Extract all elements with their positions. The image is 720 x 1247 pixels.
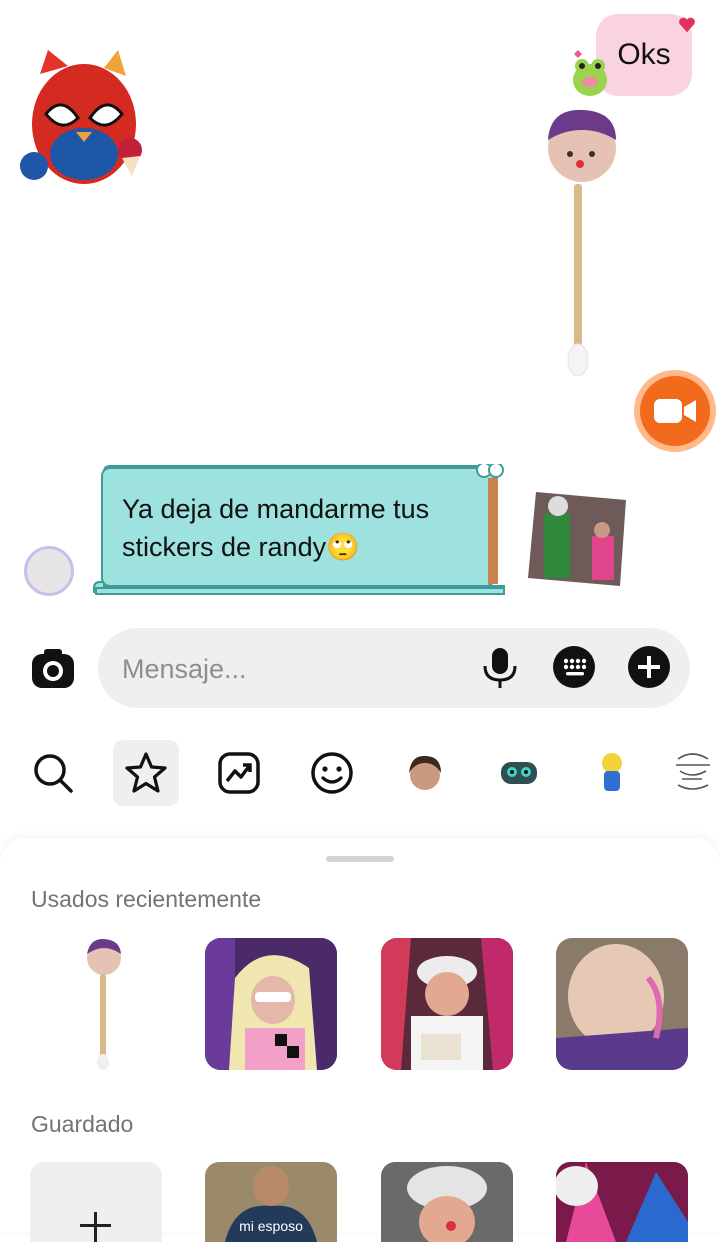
tab-sticker-pack-creature[interactable] [486,740,552,806]
spiderman-owl-sticker[interactable] [18,44,148,190]
add-saved-sticker-button[interactable] [30,1162,162,1242]
message-composer [98,628,690,708]
cotton-swab-face-sticker[interactable] [540,106,626,376]
tab-sticker-pack-face[interactable] [392,740,458,806]
star-icon [125,752,167,793]
tab-trending[interactable] [206,740,272,806]
incoming-message-text: Ya deja de mandarme tus stickers de rand… [122,494,430,562]
sheet-drag-handle[interactable] [326,856,394,862]
character-sticker-icon [602,753,622,791]
saved-sticker-wig[interactable] [381,1162,513,1242]
message-input[interactable] [120,646,464,692]
recent-sticker-blonde[interactable] [205,938,337,1070]
recent-sticker-swab[interactable] [30,938,162,1070]
plus-icon [80,1212,111,1242]
trending-icon [218,752,260,794]
recent-sticker-laughing[interactable] [381,938,513,1070]
emoji-icon [311,752,353,794]
keyboard-button[interactable] [553,646,595,688]
photo-sticker[interactable] [522,486,632,592]
video-call-button[interactable] [634,370,716,452]
heart-reaction-icon [679,17,695,33]
saved-sticker-costume[interactable] [556,1162,688,1242]
saved-section-title: Guardado [31,1111,134,1137]
creature-sticker-icon [501,762,537,784]
saved-sticker-man[interactable]: mi esposo [205,1162,337,1242]
search-icon [34,754,73,793]
video-camera-icon [654,399,696,423]
add-attachment-button[interactable] [628,646,670,688]
frog-sticker[interactable] [568,46,612,100]
outgoing-message-text: Oks [617,38,671,71]
tab-search[interactable] [20,740,86,806]
sketch-sticker-icon [676,753,710,790]
tab-emoji[interactable] [299,740,365,806]
tab-sticker-pack-sketch[interactable] [672,740,720,806]
plus-icon [638,656,660,678]
keyboard-icon [563,658,587,676]
camera-icon[interactable] [30,646,76,692]
recent-sticker-closeup[interactable] [556,938,688,1070]
microphone-icon[interactable] [480,646,520,690]
contact-avatar[interactable] [24,546,74,596]
tab-sticker-pack-character[interactable] [579,740,645,806]
recent-section-title: Usados recientemente [31,886,262,912]
tab-favorites[interactable] [113,740,179,806]
face-sticker-icon [409,755,441,790]
